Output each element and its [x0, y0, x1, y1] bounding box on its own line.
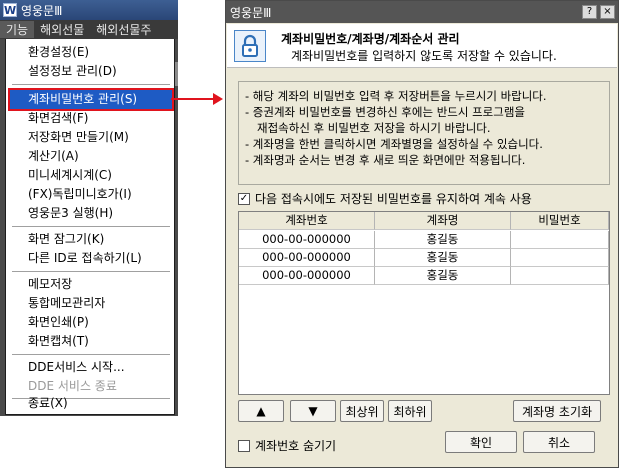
move-top-button[interactable]: 최상위 [340, 400, 384, 422]
column-header-account-number: 계좌번호 [239, 212, 375, 230]
move-down-button[interactable]: ▼ [290, 400, 336, 422]
password-cell[interactable] [511, 267, 609, 285]
menu-item-other-id[interactable]: 다른 ID로 접속하기(L) [10, 249, 172, 268]
password-cell[interactable] [511, 249, 609, 267]
app-titlebar: W 영웅문Ⅲ [0, 0, 178, 20]
table-row[interactable]: 000-00-000000 홍길동 [239, 231, 609, 249]
table-row[interactable]: 000-00-000000 홍길동 [239, 267, 609, 285]
menubar-item-futures[interactable]: 해외선물 [34, 21, 90, 38]
menu-item-calculator[interactable]: 계산기(A) [10, 147, 172, 166]
hide-account-number-option[interactable]: 계좌번호 숨기기 [238, 437, 336, 454]
account-name-cell[interactable]: 홍길동 [375, 231, 511, 249]
function-dropdown-menu: 환경설정(E) 설정정보 관리(D) 계좌비밀번호 관리(S) 화면검색(F) … [5, 39, 175, 415]
keep-password-label: 다음 접속시에도 저장된 비밀번호를 유지하여 계속 사용 [255, 192, 532, 206]
dialog-subheading: 계좌비밀번호를 입력하지 않도록 저장할 수 있습니다. [291, 49, 557, 63]
table-row[interactable]: 000-00-000000 홍길동 [239, 249, 609, 267]
app-logo-icon: W [3, 3, 17, 17]
menu-separator [12, 271, 170, 272]
menu-item-save-screen[interactable]: 저장화면 만들기(M) [10, 128, 172, 147]
menu-item-capture[interactable]: 화면캡쳐(T) [10, 332, 172, 351]
menu-item-lock-screen[interactable]: 화면 잠그기(K) [10, 230, 172, 249]
table-header-row: 계좌번호 계좌명 비밀번호 [239, 212, 609, 230]
password-cell[interactable] [511, 231, 609, 249]
dialog-title: 영웅문Ⅲ [230, 5, 272, 20]
ok-button[interactable]: 확인 [445, 431, 517, 453]
menubar-item-function[interactable]: 기능 [0, 21, 35, 38]
instruction-line: - 계좌명을 한번 클릭하시면 계좌별명을 설정하실 수 있습니다. [245, 137, 543, 151]
account-number-cell: 000-00-000000 [239, 231, 375, 249]
reset-account-names-button[interactable]: 계좌명 초기화 [513, 400, 601, 422]
menu-item-print[interactable]: 화면인쇄(P) [10, 313, 172, 332]
cancel-button[interactable]: 취소 [523, 431, 595, 453]
close-button[interactable]: × [600, 5, 615, 19]
dialog-titlebar: 영웅문Ⅲ [226, 1, 618, 23]
account-number-cell: 000-00-000000 [239, 249, 375, 267]
menu-item-account-password[interactable]: 계좌비밀번호 관리(S) [8, 88, 174, 111]
menu-item-dde-start[interactable]: DDE서비스 시작... [10, 358, 172, 377]
pointer-arrow-head [213, 93, 223, 105]
instruction-line: - 해당 계좌의 비밀번호 입력 후 저장버튼을 누르시기 바랍니다. [245, 89, 547, 103]
menu-item-screen-search[interactable]: 화면검색(F) [10, 109, 172, 128]
menu-item-world-clock[interactable]: 미니세계시계(C) [10, 166, 172, 185]
lock-icon [234, 30, 266, 62]
pointer-arrow-line [171, 98, 215, 100]
menubar-item-futures-options[interactable]: 해외선물주 [90, 21, 157, 38]
keep-password-checkbox[interactable]: ✓ [238, 192, 250, 205]
menu-item-config-manage[interactable]: 설정정보 관리(D) [10, 62, 172, 81]
app-title: 영웅문Ⅲ [21, 3, 63, 18]
hide-account-number-label: 계좌번호 숨기기 [255, 439, 337, 453]
dialog-heading: 계좌비밀번호/계좌명/계좌순서 관리 [281, 32, 460, 46]
menu-separator [12, 226, 170, 227]
move-up-button[interactable]: ▲ [238, 400, 284, 422]
menu-item-exit[interactable]: 종료(X) [10, 394, 172, 413]
column-header-account-name: 계좌명 [375, 212, 511, 230]
menu-item-memo-manager[interactable]: 통합메모관리자 [10, 294, 172, 313]
account-password-dialog: 영웅문Ⅲ ? × 계좌비밀번호/계좌명/계좌순서 관리 계좌비밀번호를 입력하지… [225, 0, 619, 468]
instructions-box: - 해당 계좌의 비밀번호 입력 후 저장버튼을 누르시기 바랍니다. - 증권… [238, 81, 610, 185]
menu-item-fx-mini[interactable]: (FX)독립미니호가(I) [10, 185, 172, 204]
menu-item-memo-save[interactable]: 메모저장 [10, 275, 172, 294]
help-button[interactable]: ? [582, 5, 597, 19]
account-name-cell[interactable]: 홍길동 [375, 267, 511, 285]
dialog-header: 계좌비밀번호/계좌명/계좌순서 관리 계좌비밀번호를 입력하지 않도록 저장할 … [227, 24, 617, 68]
instruction-line: - 계좌명과 순서는 변경 후 새로 띄운 화면에만 적용됩니다. [245, 153, 526, 167]
keep-password-option[interactable]: ✓ 다음 접속시에도 저장된 비밀번호를 유지하여 계속 사용 [238, 190, 532, 207]
hide-account-number-checkbox[interactable] [238, 439, 250, 452]
menu-item-run-hero3[interactable]: 영웅문3 실행(H) [10, 204, 172, 223]
move-bottom-button[interactable]: 최하위 [388, 400, 432, 422]
menu-separator [12, 354, 170, 355]
menubar: 기능 해외선물 해외선물주 [0, 20, 178, 39]
instruction-line: - 증권계좌 비밀번호를 변경하신 후에는 반드시 프로그램을 [245, 105, 526, 119]
account-name-cell[interactable]: 홍길동 [375, 249, 511, 267]
account-number-cell: 000-00-000000 [239, 267, 375, 285]
menu-separator [12, 84, 170, 85]
account-table: 계좌번호 계좌명 비밀번호 000-00-000000 홍길동 000-00-0… [238, 211, 610, 395]
menu-item-environment[interactable]: 환경설정(E) [10, 43, 172, 62]
column-header-password: 비밀번호 [511, 212, 609, 230]
instruction-line: 재접속하신 후 비밀번호 저장을 하시기 바랍니다. [257, 121, 491, 135]
